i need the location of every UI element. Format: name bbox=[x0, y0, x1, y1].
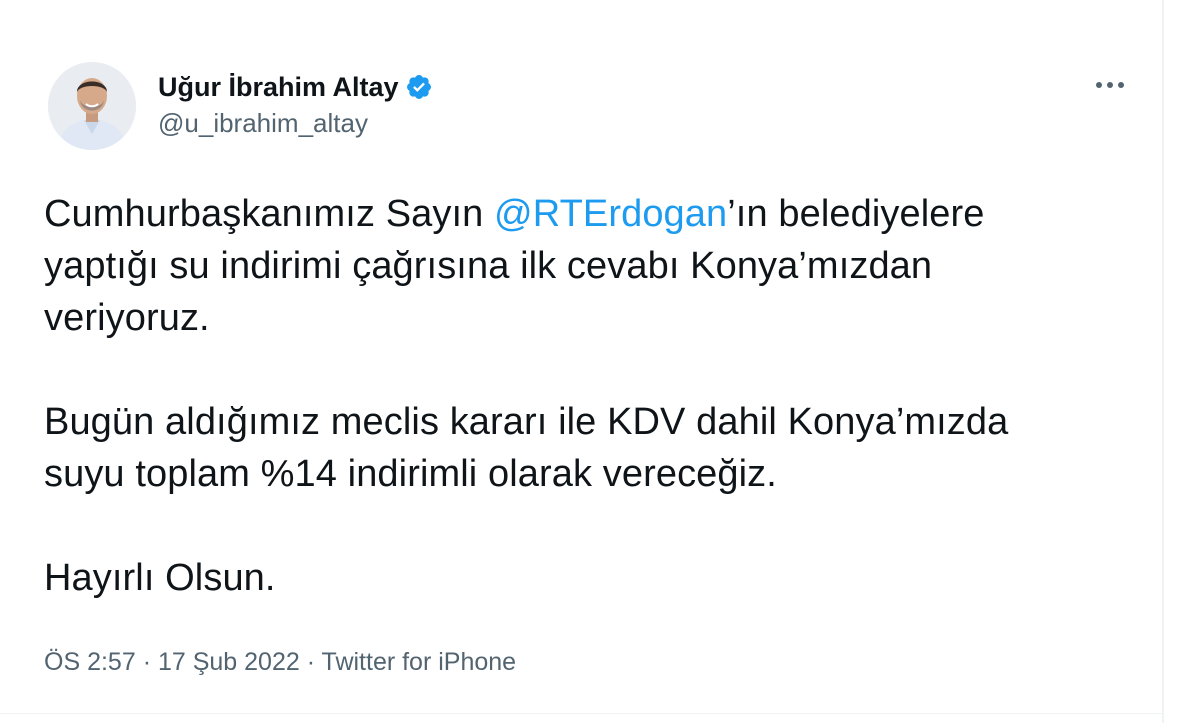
divider bbox=[0, 713, 1162, 714]
author-name-row: Uğur İbrahim Altay bbox=[158, 70, 433, 104]
profile-photo-icon bbox=[48, 62, 136, 150]
tweet-line: Cumhurbaşkanımız Sayın @RTErdogan’ın bel… bbox=[44, 188, 1154, 240]
author-handle[interactable]: @u_ibrahim_altay bbox=[158, 108, 368, 139]
more-options-icon[interactable] bbox=[1092, 70, 1128, 100]
tweet-source[interactable]: Twitter for iPhone bbox=[322, 648, 517, 676]
tweet-card: Uğur İbrahim Altay @u_ibrahim_altay Cumh… bbox=[0, 0, 1162, 712]
tweet-date[interactable]: 17 Şub 2022 bbox=[158, 648, 300, 676]
avatar[interactable] bbox=[48, 62, 136, 150]
tweet-line: suyu toplam %14 indirimli olarak vereceğ… bbox=[44, 453, 777, 495]
tweet-line: Bugün aldığımız meclis kararı ile KDV da… bbox=[44, 401, 1009, 443]
mention-link[interactable]: @RTErdogan bbox=[494, 193, 727, 235]
meta-separator: · bbox=[142, 648, 152, 676]
tweet-text: Cumhurbaşkanımız Sayın @RTErdogan’ın bel… bbox=[44, 188, 1154, 604]
tweet-metadata: ÖS 2:57 · 17 Şub 2022 · Twitter for iPho… bbox=[44, 648, 516, 677]
text-segment: Cumhurbaşkanımız Sayın bbox=[44, 193, 495, 235]
tweet-line: veriyoruz. bbox=[44, 297, 210, 339]
tweet-line: Hayırlı Olsun. bbox=[44, 557, 276, 599]
verified-badge-icon bbox=[405, 73, 433, 101]
tweet-time[interactable]: ÖS 2:57 bbox=[44, 648, 136, 676]
column-border bbox=[1162, 0, 1164, 723]
text-segment: ’ın belediyelere bbox=[727, 193, 985, 235]
tweet-line: yaptığı su indirimi çağrısına ilk cevabı… bbox=[44, 245, 933, 287]
display-name[interactable]: Uğur İbrahim Altay bbox=[158, 72, 399, 103]
meta-separator: · bbox=[306, 648, 316, 676]
